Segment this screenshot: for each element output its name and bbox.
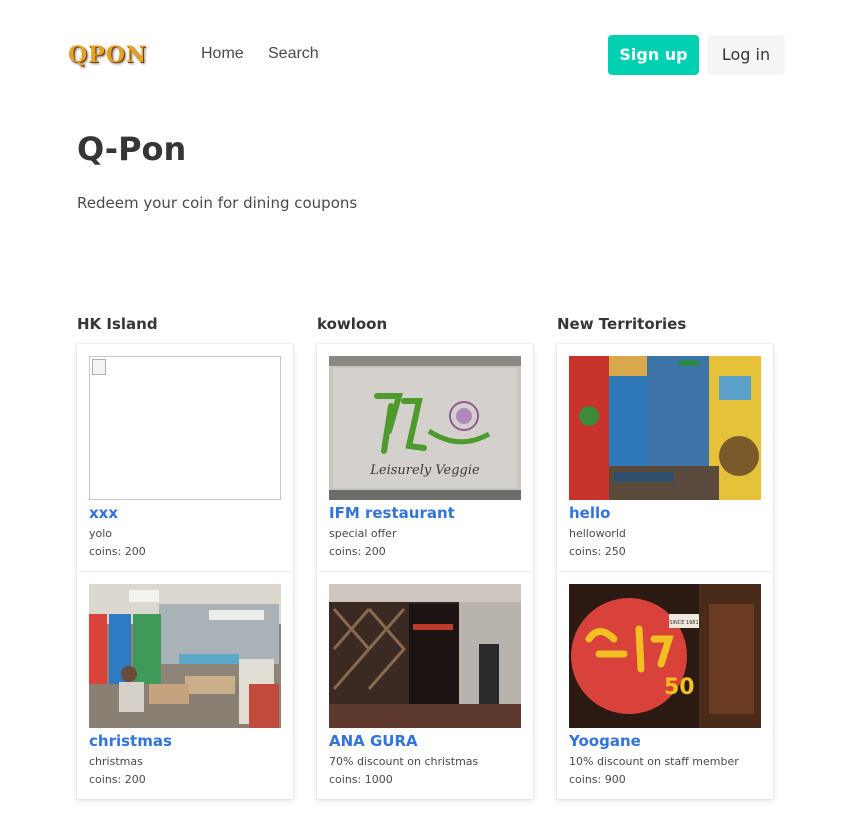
veggie-sign-image[interactable]: Leisurely Veggie <box>329 356 521 500</box>
broken-image[interactable] <box>89 356 281 500</box>
coupon-card: Leisurely Veggie IFM restaurant special … <box>317 344 533 571</box>
coupon-description: christmas <box>89 755 143 768</box>
nav-home-link[interactable]: Home <box>201 45 244 63</box>
coupon-name-link[interactable]: ANA GURA <box>329 731 521 751</box>
coupon-description: 10% discount on staff member <box>569 755 739 768</box>
yoogane-sign-image[interactable]: 50 SINCE 1981 <box>569 584 761 728</box>
card-stack: xxx yolo coins: 200 christmas christmas … <box>77 344 293 799</box>
coupon-card: xxx yolo coins: 200 <box>77 344 293 571</box>
coupon-description: special offer <box>329 527 397 540</box>
login-button[interactable]: Log in <box>707 35 785 75</box>
region-title: HK Island <box>77 315 158 333</box>
veggie-sign-text: Leisurely Veggie <box>369 463 480 478</box>
cafe-interior-image[interactable] <box>89 584 281 728</box>
region-title: kowloon <box>317 315 388 333</box>
coupon-card: hello helloworld coins: 250 <box>557 344 773 571</box>
coupon-description: yolo <box>89 527 113 540</box>
coupon-name-link[interactable]: Yoogane <box>569 731 761 751</box>
logo-text: QPON <box>68 42 147 68</box>
coupon-card: 50 SINCE 1981 Yoogane 10% discount on st… <box>557 571 773 799</box>
coupon-name-link[interactable]: xxx <box>89 503 281 523</box>
colorful-interior-image[interactable] <box>569 356 761 500</box>
broken-image-icon <box>92 359 106 375</box>
region-column-new-territories: New Territories hello helloworld coins: … <box>557 314 773 799</box>
coupon-description: helloworld <box>569 527 626 540</box>
coupon-name-link[interactable]: IFM restaurant <box>329 503 521 523</box>
region-column-kowloon: kowloon Leisurely Veggie IFM restaurant … <box>317 314 533 799</box>
coupon-coins: coins: 200 <box>89 545 146 558</box>
yoogane-since-text: SINCE 1981 <box>669 620 698 626</box>
coupon-card: christmas christmas coins: 200 <box>77 571 293 799</box>
region-column-hk-island: HK Island xxx yolo coins: 200 christmas … <box>77 314 293 799</box>
coupon-name-link[interactable]: christmas <box>89 731 281 751</box>
restaurant-front-image[interactable] <box>329 584 521 728</box>
signup-button[interactable]: Sign up <box>608 35 699 75</box>
coupon-coins: coins: 900 <box>569 773 626 786</box>
coupon-description: 70% discount on christmas <box>329 755 479 768</box>
svg-text:50: 50 <box>664 675 695 700</box>
region-title: New Territories <box>557 315 687 333</box>
navbar: QPON Home Search Sign up Log in <box>0 0 865 110</box>
page-subtitle: Redeem your coin for dining coupons <box>77 194 358 212</box>
coupon-coins: coins: 200 <box>89 773 146 786</box>
card-stack: hello helloworld coins: 250 50 SINCE 198… <box>557 344 773 799</box>
qpon-logo[interactable]: QPON <box>68 41 172 69</box>
page-title: Q-Pon <box>77 130 187 168</box>
coupon-coins: coins: 200 <box>329 545 386 558</box>
card-stack: Leisurely Veggie IFM restaurant special … <box>317 344 533 799</box>
nav-search-link[interactable]: Search <box>268 45 319 63</box>
coupon-card: ANA GURA 70% discount on christmas coins… <box>317 571 533 799</box>
coupon-coins: coins: 250 <box>569 545 626 558</box>
coupon-coins: coins: 1000 <box>329 773 393 786</box>
coupon-name-link[interactable]: hello <box>569 503 761 523</box>
